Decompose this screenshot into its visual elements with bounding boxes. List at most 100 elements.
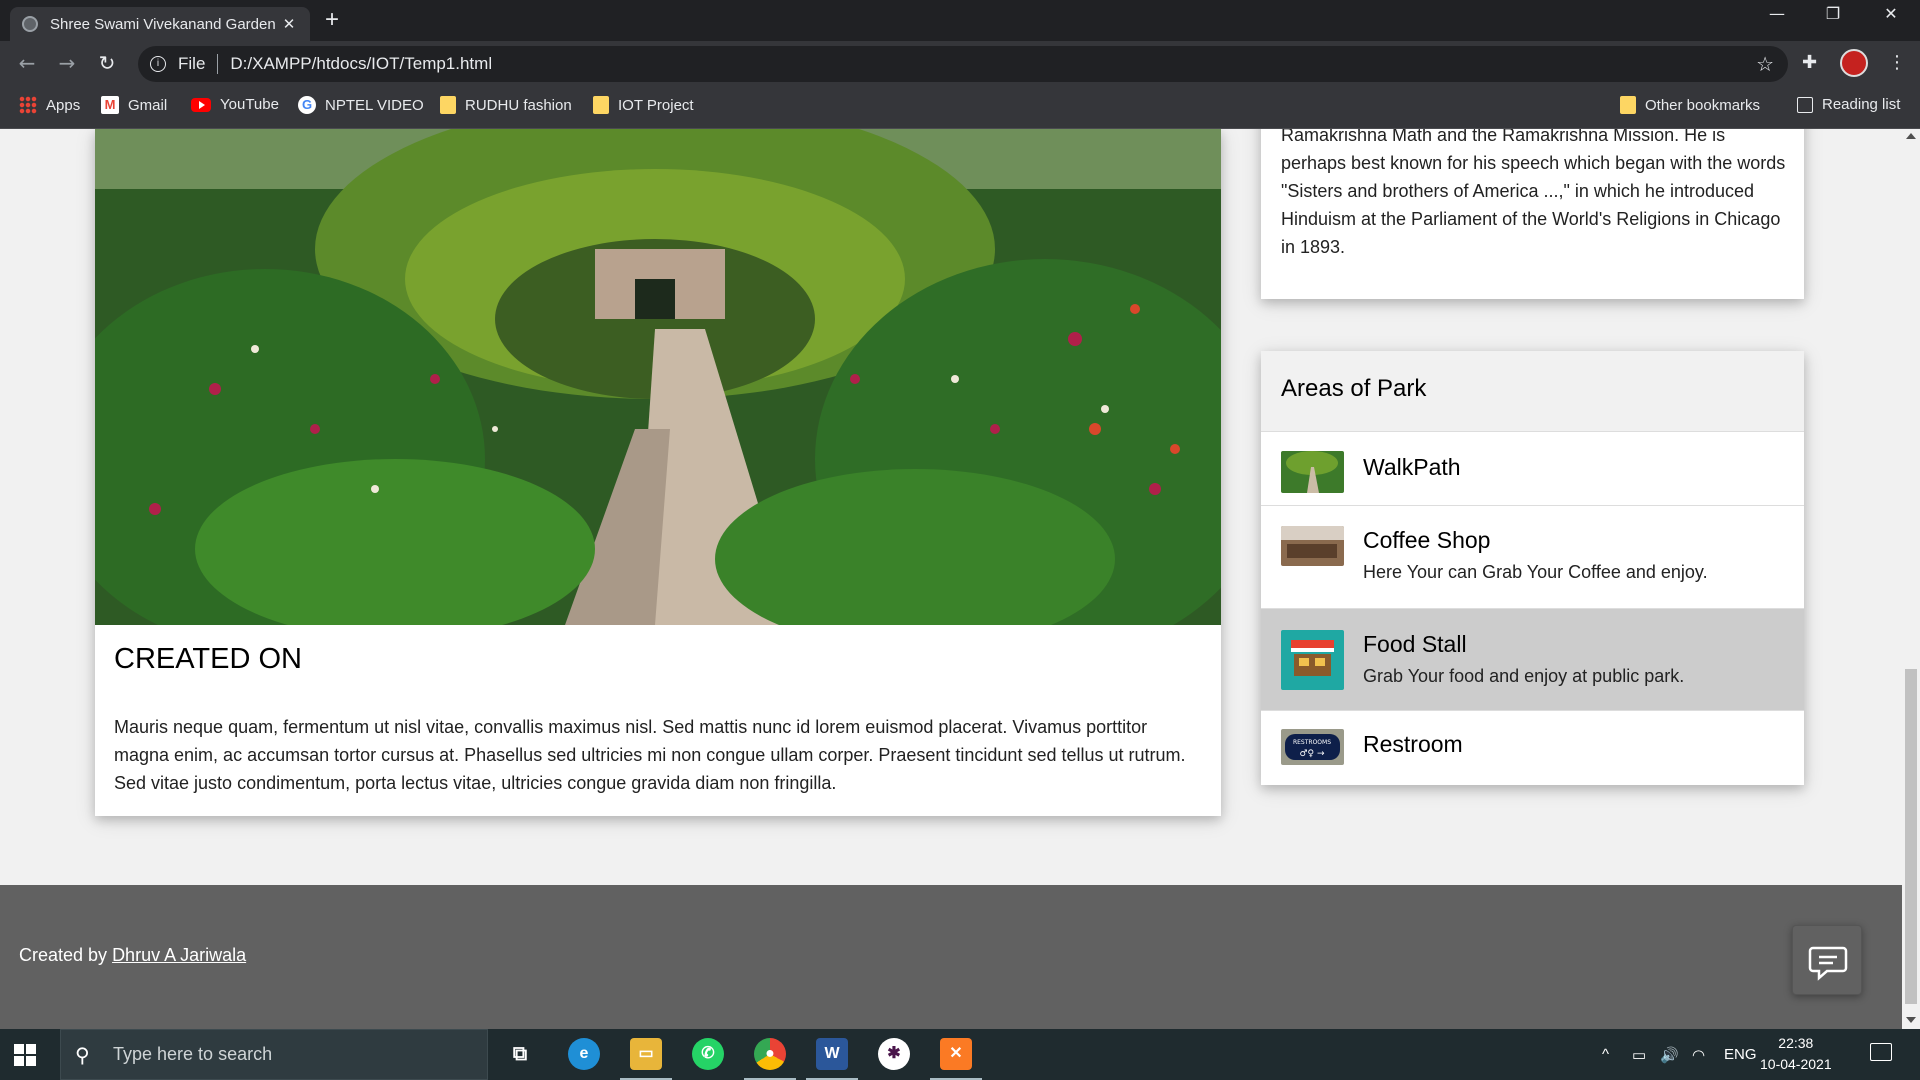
- reload-icon[interactable]: ↻: [92, 51, 122, 75]
- apps-grid-icon: [19, 96, 37, 114]
- menu-kebab-icon[interactable]: ⋮: [1888, 52, 1906, 73]
- folder-icon: [440, 96, 456, 114]
- slack-icon[interactable]: ✱: [878, 1038, 910, 1070]
- reading-list-icon: [1797, 96, 1813, 113]
- bookmark-label: RUDHU fashion: [465, 96, 572, 114]
- search-icon: ⚲: [75, 1042, 90, 1067]
- history-card: CREATED ON Mauris neque quam, fermentum …: [95, 129, 1221, 816]
- area-name: Food Stall: [1363, 631, 1467, 657]
- restroom-sign-text: RESTROOMS: [1293, 739, 1331, 746]
- file-explorer-icon[interactable]: ▭: [620, 1038, 672, 1080]
- bookmark-label: IOT Project: [618, 96, 694, 114]
- back-icon[interactable]: ←: [12, 51, 42, 75]
- walkpath-thumbnail: [1281, 451, 1344, 493]
- bookmark-nptel[interactable]: G NPTEL VIDEO: [298, 96, 424, 114]
- areas-title: Areas of Park: [1281, 375, 1427, 402]
- info-icon[interactable]: i: [150, 56, 166, 72]
- footer-prefix: Created by: [19, 945, 113, 965]
- restroom-thumbnail: RESTROOMS ♂♀ →: [1281, 729, 1344, 765]
- author-link[interactable]: Dhruv A Jariwala: [112, 945, 246, 965]
- area-name: Coffee Shop: [1363, 527, 1491, 553]
- search-placeholder: Type here to search: [113, 1044, 273, 1064]
- system-clock[interactable]: 22:38 10-04-2021: [1760, 1033, 1832, 1075]
- garden-hero-image: [95, 129, 1221, 625]
- scroll-up-arrow-icon[interactable]: [1906, 133, 1916, 139]
- new-tab-button[interactable]: +: [325, 6, 339, 34]
- area-description: Grab Your food and enjoy at public park.: [1363, 666, 1685, 686]
- tray-chevron-icon[interactable]: ^: [1602, 1046, 1609, 1063]
- folder-icon: [1620, 96, 1636, 114]
- tab-close-icon[interactable]: ✕: [280, 15, 298, 33]
- bookmark-apps[interactable]: Apps: [19, 96, 80, 114]
- notifications-icon[interactable]: [1870, 1043, 1892, 1061]
- page-footer: Created by Dhruv A Jariwala: [0, 885, 1902, 1029]
- whatsapp-icon[interactable]: ✆: [692, 1038, 724, 1070]
- page-scrollbar[interactable]: [1902, 129, 1920, 1029]
- gmail-icon: M: [101, 96, 119, 114]
- google-icon: G: [298, 96, 316, 114]
- bookmark-star-icon[interactable]: ☆: [1756, 52, 1774, 76]
- area-item-food-stall[interactable]: Food Stall Grab Your food and enjoy at p…: [1261, 608, 1804, 710]
- extensions-icon[interactable]: ✚: [1802, 52, 1817, 73]
- profile-avatar[interactable]: [1840, 49, 1868, 77]
- clock-date: 10-04-2021: [1760, 1056, 1832, 1072]
- volume-icon[interactable]: 🔊: [1660, 1046, 1679, 1064]
- wifi-icon[interactable]: ◠: [1692, 1046, 1705, 1064]
- forward-icon[interactable]: →: [52, 51, 82, 75]
- about-text: nationalism in colonial India. Vivekanan…: [1281, 129, 1786, 257]
- windows-start-icon[interactable]: [14, 1044, 36, 1066]
- language-indicator[interactable]: ENG: [1724, 1046, 1757, 1063]
- xampp-icon[interactable]: ✕: [930, 1038, 982, 1080]
- url-scheme: File: [178, 54, 206, 73]
- windows-taskbar: ⚲ Type here to search ⧉ e ▭ ✆ ● W ✱ ✕ ^ …: [0, 1029, 1920, 1080]
- other-bookmarks[interactable]: Other bookmarks: [1620, 96, 1760, 114]
- tab-title: Shree Swami Vivekanand Garden: [50, 15, 276, 33]
- word-icon[interactable]: W: [806, 1038, 858, 1080]
- bookmark-rudhu[interactable]: RUDHU fashion: [440, 96, 572, 114]
- area-item-coffee-shop[interactable]: Coffee Shop Here Your can Grab Your Coff…: [1261, 505, 1804, 608]
- bookmark-label: YouTube: [220, 96, 279, 113]
- area-item-restroom[interactable]: RESTROOMS ♂♀ → Restroom: [1261, 710, 1804, 785]
- task-view-icon[interactable]: ⧉: [504, 1038, 536, 1070]
- address-bar[interactable]: i File D:/XAMPP/htdocs/IOT/Temp1.html ☆: [138, 46, 1788, 82]
- reading-list[interactable]: Reading list: [1797, 96, 1900, 113]
- areas-of-park-card: Areas of Park WalkPath Coffee Shop Here …: [1261, 351, 1804, 785]
- footer-credit: Created by Dhruv A Jariwala: [19, 945, 246, 966]
- chat-icon: [1808, 946, 1848, 981]
- bookmark-label: Gmail: [128, 96, 168, 114]
- bookmark-iot[interactable]: IOT Project: [593, 96, 694, 114]
- area-description: Here Your can Grab Your Coffee and enjoy…: [1363, 562, 1708, 582]
- browser-tab-bar: Shree Swami Vivekanand Garden ✕ + — ❐ ✕: [0, 0, 1920, 41]
- food-stall-thumbnail: [1281, 630, 1344, 690]
- close-window-button[interactable]: ✕: [1868, 4, 1914, 23]
- bookmarks-bar: Apps M Gmail YouTube G NPTEL VIDEO RUDHU…: [0, 87, 1920, 129]
- about-card: nationalism in colonial India. Vivekanan…: [1261, 129, 1804, 299]
- scrollbar-thumb[interactable]: [1905, 669, 1917, 1004]
- areas-header: Areas of Park: [1261, 351, 1804, 431]
- bookmark-label: Reading list: [1822, 96, 1901, 113]
- scroll-down-arrow-icon[interactable]: [1906, 1017, 1916, 1023]
- clock-time: 22:38: [1778, 1035, 1814, 1051]
- coffee-shop-thumbnail: [1281, 526, 1344, 566]
- bookmark-gmail[interactable]: M Gmail: [101, 96, 167, 114]
- edge-icon[interactable]: e: [568, 1038, 600, 1070]
- bookmark-label: NPTEL VIDEO: [325, 96, 424, 114]
- browser-tab[interactable]: Shree Swami Vivekanand Garden ✕: [10, 7, 310, 41]
- chat-button[interactable]: [1792, 925, 1862, 995]
- bookmark-youtube[interactable]: YouTube: [191, 96, 279, 113]
- area-item-walkpath[interactable]: WalkPath: [1261, 431, 1804, 505]
- globe-icon: [22, 16, 38, 32]
- folder-icon: [593, 96, 609, 114]
- chrome-icon[interactable]: ●: [744, 1038, 796, 1080]
- area-name: Restroom: [1363, 731, 1463, 757]
- bookmark-label: Apps: [46, 96, 81, 114]
- battery-icon[interactable]: ▭: [1632, 1046, 1646, 1064]
- page-viewport: CREATED ON Mauris neque quam, fermentum …: [0, 129, 1902, 1029]
- restore-button[interactable]: ❐: [1810, 4, 1856, 23]
- youtube-icon: [191, 97, 211, 112]
- taskbar-search[interactable]: ⚲ Type here to search: [60, 1029, 488, 1080]
- browser-toolbar: ← → ↻ i File D:/XAMPP/htdocs/IOT/Temp1.h…: [0, 41, 1920, 87]
- url-text[interactable]: D:/XAMPP/htdocs/IOT/Temp1.html: [230, 54, 492, 74]
- svg-text:♂♀ →: ♂♀ →: [1299, 749, 1325, 759]
- minimize-button[interactable]: —: [1754, 4, 1800, 23]
